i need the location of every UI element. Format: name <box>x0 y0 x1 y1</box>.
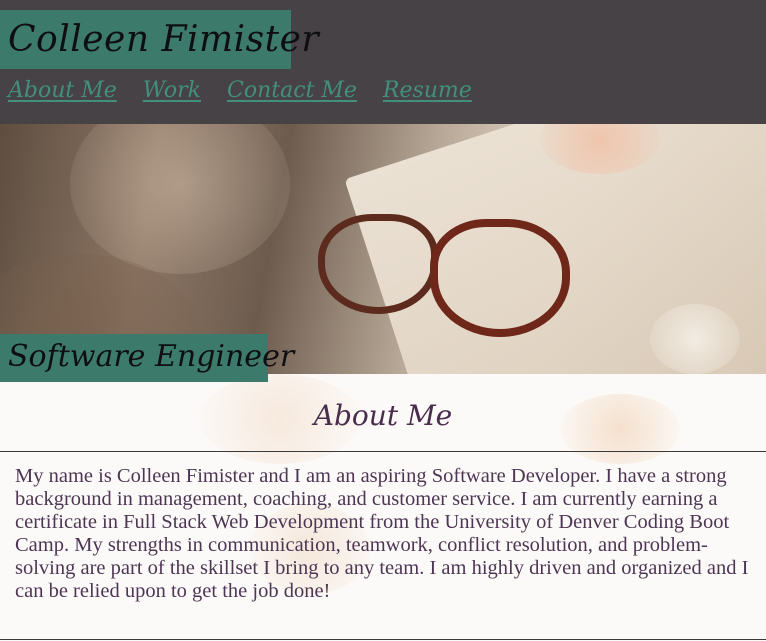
about-section: About Me My name is Colleen Fimister and… <box>0 374 766 641</box>
nav-link-work[interactable]: Work <box>143 78 201 103</box>
nav-link-contact-me[interactable]: Contact Me <box>227 78 357 103</box>
about-heading: About Me <box>313 399 453 432</box>
about-body-text: My name is Colleen Fimister and I am an … <box>15 465 749 602</box>
hero-tagline: Software Engineer <box>0 334 294 382</box>
nav-link-about-me[interactable]: About Me <box>8 78 117 103</box>
site-header: Colleen Fimister About Me Work Contact M… <box>0 0 766 124</box>
hero-shell-decoration <box>650 304 740 374</box>
site-name: Colleen Fimister <box>0 10 319 69</box>
nav-link-resume[interactable]: Resume <box>383 78 472 103</box>
section-divider <box>0 639 766 640</box>
main-nav: About Me Work Contact Me Resume <box>8 78 472 103</box>
section-divider <box>0 451 766 452</box>
hero-blur-decoration <box>70 124 290 274</box>
hero-glasses-lens-right <box>430 219 570 337</box>
hero-glasses-lens-left <box>318 214 438 314</box>
